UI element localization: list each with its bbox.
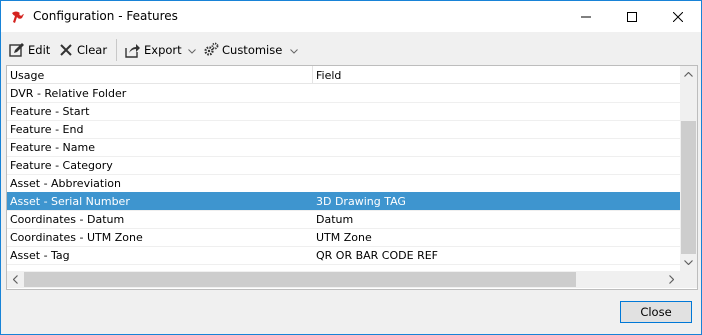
- table-row[interactable]: Coordinates - UTM Zone UTM Zone: [7, 228, 680, 247]
- app-icon: [10, 9, 26, 25]
- table-row-selected[interactable]: Asset - Serial Number 3D Drawing TAG: [7, 192, 680, 211]
- horizontal-scrollbar[interactable]: [7, 271, 680, 288]
- field-cell: QR OR BAR CODE REF: [316, 249, 438, 262]
- close-icon: [673, 11, 683, 22]
- table-row[interactable]: Feature - End: [7, 120, 680, 139]
- close-window-button[interactable]: [655, 1, 701, 32]
- configuration-window: Configuration - Features Edit Clear Expo…: [0, 0, 702, 335]
- scroll-up-icon[interactable]: [680, 66, 697, 83]
- usage-cell: DVR - Relative Folder: [10, 87, 127, 100]
- usage-cell: Asset - Abbreviation: [10, 177, 121, 190]
- maximize-icon: [627, 11, 637, 22]
- vertical-scrollbar[interactable]: [680, 66, 697, 271]
- customise-label: Customise: [222, 43, 283, 57]
- table-row[interactable]: Asset - Tag QR OR BAR CODE REF: [7, 246, 680, 265]
- scroll-left-icon[interactable]: [7, 271, 24, 288]
- usage-cell: Feature - Category: [10, 159, 113, 172]
- title-bar[interactable]: Configuration - Features: [1, 1, 701, 32]
- maximize-button[interactable]: [609, 1, 655, 32]
- field-cell: UTM Zone: [316, 231, 372, 244]
- scrollbar-corner: [680, 271, 697, 288]
- table-row[interactable]: Feature - Start: [7, 102, 680, 121]
- toolbar-separator: [116, 39, 117, 61]
- customise-button[interactable]: Customise: [203, 40, 299, 60]
- chevron-down-icon: [187, 43, 196, 57]
- grid-header: Usage Field: [7, 66, 680, 84]
- column-divider[interactable]: [312, 66, 313, 83]
- gears-icon: [203, 42, 219, 58]
- features-grid[interactable]: Usage Field DVR - Relative Folder Featur…: [6, 65, 698, 290]
- close-button[interactable]: Close: [620, 301, 692, 323]
- edit-button[interactable]: Edit: [9, 40, 50, 60]
- scroll-right-icon[interactable]: [663, 271, 680, 288]
- export-label: Export: [144, 43, 182, 57]
- usage-cell: Coordinates - Datum: [10, 213, 125, 226]
- minimize-icon: [581, 12, 591, 22]
- table-row[interactable]: Coordinates - Datum Datum: [7, 210, 680, 229]
- export-button[interactable]: Export: [125, 40, 196, 60]
- usage-cell: Feature - End: [10, 123, 84, 136]
- usage-cell: Coordinates - UTM Zone: [10, 231, 143, 244]
- usage-cell: Asset - Serial Number: [10, 195, 130, 208]
- vertical-scroll-thumb[interactable]: [681, 121, 696, 254]
- export-icon: [125, 42, 141, 58]
- field-cell: 3D Drawing TAG: [316, 195, 406, 208]
- table-row[interactable]: Asset - Abbreviation: [7, 174, 680, 193]
- toolbar: Edit Clear Export Customise: [1, 34, 701, 66]
- usage-cell: Feature - Name: [10, 141, 95, 154]
- minimize-button[interactable]: [563, 1, 609, 32]
- clear-button[interactable]: Clear: [58, 40, 107, 60]
- column-header-usage[interactable]: Usage: [10, 69, 44, 82]
- usage-cell: Asset - Tag: [10, 249, 70, 262]
- horizontal-scroll-thumb[interactable]: [24, 272, 576, 287]
- clear-label: Clear: [77, 43, 108, 57]
- pencil-icon: [9, 42, 25, 58]
- table-row[interactable]: Feature - Name: [7, 138, 680, 157]
- field-cell: Datum: [316, 213, 354, 226]
- table-row[interactable]: Feature - Category: [7, 156, 680, 175]
- chevron-down-icon: [290, 43, 299, 57]
- clear-x-icon: [58, 42, 74, 58]
- scroll-down-icon[interactable]: [680, 254, 697, 271]
- usage-cell: Feature - Start: [10, 105, 90, 118]
- edit-label: Edit: [28, 43, 51, 57]
- table-row[interactable]: DVR - Relative Folder: [7, 84, 680, 103]
- window-title: Configuration - Features: [33, 9, 178, 23]
- column-header-field[interactable]: Field: [316, 69, 341, 82]
